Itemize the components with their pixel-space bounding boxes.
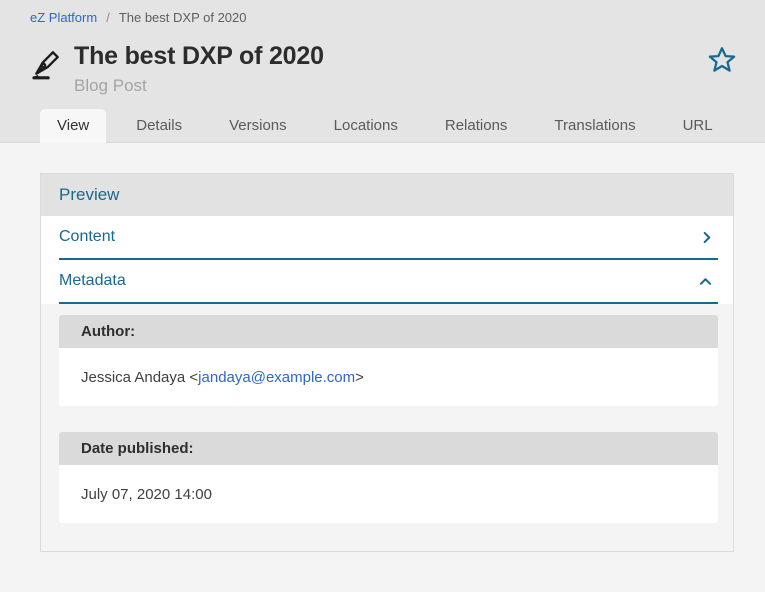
metadata-section-body: Author: Jessica Andaya <jandaya@example.…	[41, 304, 733, 551]
tab-versions[interactable]: Versions	[212, 109, 304, 142]
author-field-value: Jessica Andaya <jandaya@example.com>	[59, 348, 718, 406]
date-published-text: July 07, 2020 14:00	[81, 486, 212, 503]
accordion-metadata[interactable]: Metadata	[59, 260, 718, 304]
tab-details[interactable]: Details	[119, 109, 199, 142]
breadcrumb: eZ Platform / The best DXP of 2020	[0, 0, 765, 25]
content-type-label: Blog Post	[74, 76, 324, 96]
page-title: The best DXP of 2020	[74, 41, 324, 71]
pen-icon	[28, 43, 66, 83]
date-published-field: Date published: July 07, 2020 14:00	[59, 432, 718, 523]
star-outline-icon	[707, 45, 737, 75]
breadcrumb-root-link[interactable]: eZ Platform	[30, 10, 97, 25]
preview-panel: Preview Content Metadata Author: Jessica…	[40, 173, 734, 552]
author-field-label: Author:	[59, 315, 718, 348]
chevron-up-icon	[699, 276, 712, 287]
preview-section-header: Preview	[41, 174, 733, 216]
tab-translations[interactable]: Translations	[537, 109, 652, 142]
preview-label: Preview	[59, 185, 119, 205]
breadcrumb-current: The best DXP of 2020	[119, 10, 247, 25]
date-published-label: Date published:	[59, 432, 718, 465]
breadcrumb-separator: /	[106, 10, 110, 25]
bookmark-button[interactable]	[707, 45, 737, 78]
title-block: The best DXP of 2020 Blog Post	[74, 41, 324, 96]
tab-url[interactable]: URL	[666, 109, 730, 142]
accordion-metadata-label: Metadata	[59, 272, 126, 290]
tab-view[interactable]: View	[40, 109, 106, 143]
author-value-suffix: >	[355, 369, 364, 386]
author-name: Jessica Andaya <	[81, 369, 198, 386]
author-email-link[interactable]: jandaya@example.com	[198, 369, 355, 386]
tab-bar: View Details Versions Locations Relation…	[0, 109, 765, 143]
chevron-right-icon	[701, 231, 712, 244]
accordion-content[interactable]: Content	[59, 216, 718, 260]
date-published-value: July 07, 2020 14:00	[59, 465, 718, 523]
title-row: The best DXP of 2020 Blog Post	[0, 25, 765, 96]
accordion-content-label: Content	[59, 228, 115, 246]
author-field: Author: Jessica Andaya <jandaya@example.…	[59, 315, 718, 406]
tab-relations[interactable]: Relations	[428, 109, 525, 142]
tab-locations[interactable]: Locations	[317, 109, 415, 142]
page-header: eZ Platform / The best DXP of 2020 The b…	[0, 0, 765, 143]
